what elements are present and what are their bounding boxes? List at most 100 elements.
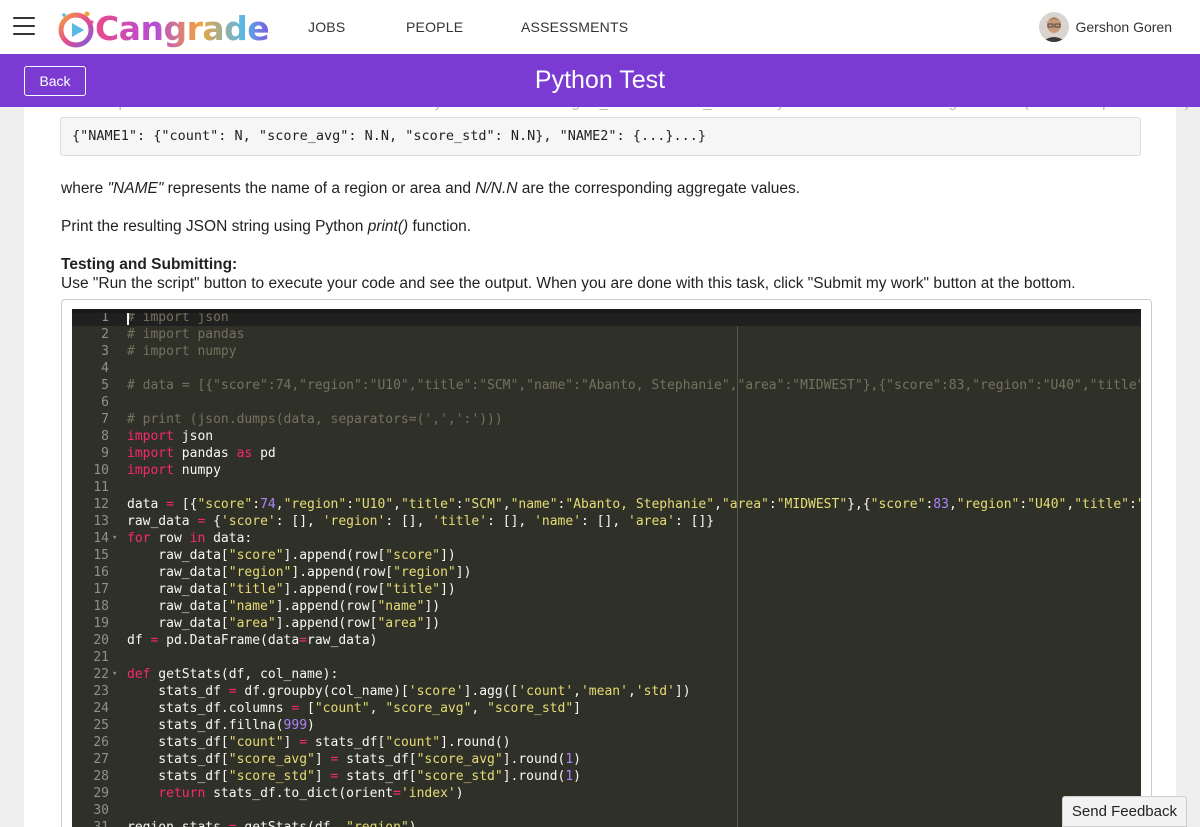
cangrade-logo[interactable]: Cangrade	[56, 6, 270, 50]
line-number: 17	[93, 582, 109, 597]
app-page: Cangrade JOBS PEOPLE ASSESSMENTS Gershon…	[0, 0, 1200, 827]
send-feedback-button[interactable]: Send Feedback	[1061, 796, 1187, 827]
code-line[interactable]: 22 ▾ def getStats(df, col_name):	[72, 666, 1141, 683]
code-text: # import pandas	[127, 327, 245, 342]
code-line[interactable]: 20 df = pd.DataFrame(data=raw_data)	[72, 632, 1141, 649]
code-text: data = [{"score":74,"region":"U10","titl…	[127, 497, 1141, 512]
code-line[interactable]: 28 stats_df["score_std"] = stats_df["sco…	[72, 768, 1141, 785]
logo-mark-icon	[58, 11, 94, 48]
code-line[interactable]: 26 stats_df["count"] = stats_df["count"]…	[72, 734, 1141, 751]
code-text: raw_data["score"].append(row["score"])	[127, 548, 456, 563]
line-number: 6	[101, 395, 109, 410]
json-structure-example: {"NAME1": {"count": N, "score_avg": N.N,…	[60, 117, 1141, 156]
line-number: 21	[93, 650, 109, 665]
code-text: for row in data:	[127, 531, 253, 546]
line-number: 13	[93, 514, 109, 529]
line-number: 5	[101, 378, 109, 393]
code-line[interactable]: 9 import pandas as pd	[72, 445, 1141, 462]
line-number: 8	[101, 429, 109, 444]
code-line[interactable]: 29 return stats_df.to_dict(orient='index…	[72, 785, 1141, 802]
code-text: stats_df["score_avg"] = stats_df["score_…	[127, 752, 581, 767]
print-instruction-text: Print the resulting JSON string using Py…	[61, 218, 472, 235]
line-number: 28	[93, 769, 109, 784]
code-editor[interactable]: 1 # import json 2 # import pandas 3 # import …	[72, 309, 1141, 827]
line-number: 15	[93, 548, 109, 563]
code-text: raw_data["title"].append(row["title"])	[127, 582, 456, 597]
code-line[interactable]: 21	[72, 649, 1141, 666]
code-text: import json	[127, 429, 214, 444]
fold-toggle-icon[interactable]: ▾	[112, 666, 117, 683]
line-number: 11	[93, 480, 109, 495]
line-number: 9	[101, 446, 109, 461]
line-number: 30	[93, 803, 109, 818]
code-text: raw_data["name"].append(row["name"])	[127, 599, 441, 614]
nav-link-assessments[interactable]: ASSESSMENTS	[521, 19, 628, 35]
code-text: stats_df.columns = ["count", "score_avg"…	[127, 701, 581, 716]
code-text: import numpy	[127, 463, 221, 478]
line-number: 2	[101, 327, 109, 342]
code-line[interactable]: 18 raw_data["name"].append(row["name"])	[72, 598, 1141, 615]
name-explanation-text: where "NAME" represents the name of a re…	[61, 180, 801, 197]
editor-top-border	[72, 309, 1141, 313]
code-line[interactable]: 14 ▾ for row in data:	[72, 530, 1141, 547]
code-lines[interactable]: 1 # import json 2 # import pandas 3 # import …	[72, 309, 1141, 827]
code-line[interactable]: 2 # import pandas	[72, 326, 1141, 343]
code-line[interactable]: 30	[72, 802, 1141, 819]
code-text: raw_data = {'score': [], 'region': [], '…	[127, 514, 715, 529]
code-line[interactable]: 12 data = [{"score":74,"region":"U10","ti…	[72, 496, 1141, 513]
code-text: # print (json.dumps(data, separators=(',…	[127, 412, 503, 427]
line-number: 20	[93, 633, 109, 648]
code-text: stats_df = df.groupby(col_name)['score']…	[127, 684, 691, 699]
code-line[interactable]: 13 raw_data = {'score': [], 'region': [],…	[72, 513, 1141, 530]
code-line[interactable]: 15 raw_data["score"].append(row["score"]…	[72, 547, 1141, 564]
code-line[interactable]: 3 # import numpy	[72, 343, 1141, 360]
code-line[interactable]: 25 stats_df.fillna(999)	[72, 717, 1141, 734]
code-line[interactable]: 27 stats_df["score_avg"] = stats_df["sco…	[72, 751, 1141, 768]
code-text: raw_data["area"].append(row["area"])	[127, 616, 441, 631]
logo-text: Cangrade	[95, 8, 270, 48]
testing-instruction-text: Use "Run the script" button to execute y…	[61, 275, 1076, 292]
code-text: import pandas as pd	[127, 446, 276, 461]
line-number: 31	[72, 819, 109, 827]
code-line[interactable]: 10 import numpy	[72, 462, 1141, 479]
avatar	[1038, 12, 1069, 42]
code-line[interactable]: 8 import json	[72, 428, 1141, 445]
code-text: stats_df["score_std"] = stats_df["score_…	[127, 769, 581, 784]
nav-link-jobs[interactable]: JOBS	[308, 19, 345, 35]
line-number: 22	[93, 667, 109, 682]
code-line[interactable]: 17 raw_data["title"].append(row["title"]…	[72, 581, 1141, 598]
code-line[interactable]: 6	[72, 394, 1141, 411]
code-line[interactable]: 7 # print (json.dumps(data, separators=('…	[72, 411, 1141, 428]
code-line[interactable]: 16 raw_data["region"].append(row["region…	[72, 564, 1141, 581]
line-number: 23	[93, 684, 109, 699]
line-number: 19	[93, 616, 109, 631]
code-text: stats_df.fillna(999)	[127, 718, 315, 733]
user-name: Gershon Goren	[1075, 19, 1173, 35]
line-number: 7	[101, 412, 109, 427]
code-line[interactable]: 23 stats_df = df.groupby(col_name)['scor…	[72, 683, 1141, 700]
line-number: 4	[101, 361, 109, 376]
code-text: raw_data["region"].append(row["region"])	[127, 565, 472, 580]
code-line[interactable]: 19 raw_data["area"].append(row["area"])	[72, 615, 1141, 632]
code-line[interactable]: 24 stats_df.columns = ["count", "score_a…	[72, 700, 1141, 717]
line-number: 10	[93, 463, 109, 478]
line-number: 26	[93, 735, 109, 750]
fold-toggle-icon[interactable]: ▾	[112, 530, 117, 547]
code-text: df = pd.DataFrame(data=raw_data)	[127, 633, 378, 648]
line-number: 3	[101, 344, 109, 359]
code-text: stats_df["count"] = stats_df["count"].ro…	[127, 735, 511, 750]
nav-link-people[interactable]: PEOPLE	[406, 19, 463, 35]
line-number: 18	[93, 599, 109, 614]
code-line[interactable]: 4	[72, 360, 1141, 377]
code-line[interactable]: 31 region_stats = getStats(df, "region")	[72, 819, 1141, 827]
line-number: 14	[93, 531, 109, 546]
user-menu[interactable]: Gershon Goren	[1038, 12, 1173, 42]
code-line[interactable]: 11	[72, 479, 1141, 496]
line-number: 25	[93, 718, 109, 733]
line-number: 16	[93, 565, 109, 580]
testing-heading: Testing and Submitting:	[61, 256, 238, 273]
code-text: # import numpy	[127, 344, 237, 359]
code-line[interactable]: 5 # data = [{"score":74,"region":"U10","t…	[72, 377, 1141, 394]
hamburger-menu-icon[interactable]	[13, 17, 35, 35]
top-navigation: Cangrade JOBS PEOPLE ASSESSMENTS Gershon…	[0, 0, 1200, 54]
